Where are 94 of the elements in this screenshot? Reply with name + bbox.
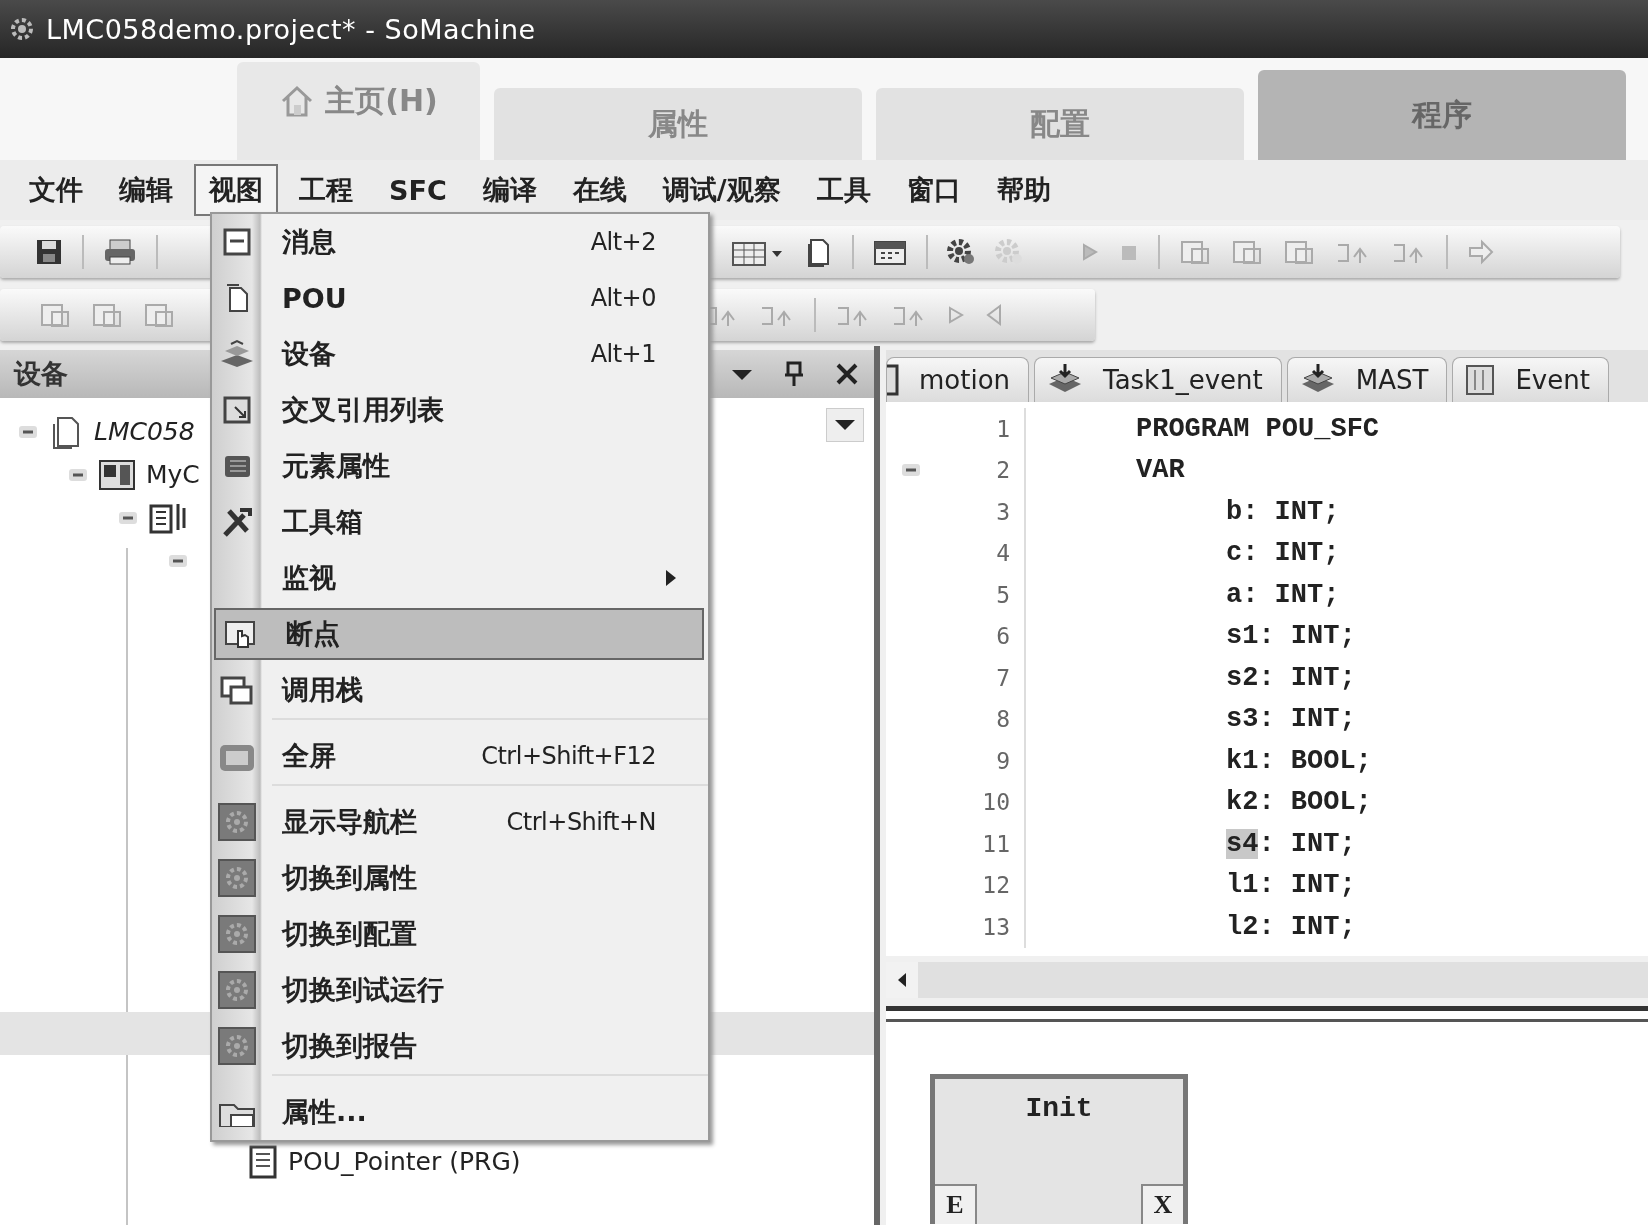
menu-item[interactable]: 监视 [212,550,708,606]
step-name: Init [1025,1092,1093,1124]
menu-item[interactable]: 切换到试运行 [212,962,708,1018]
splitter-bar[interactable] [886,1005,1648,1022]
code-line: k1: BOOL; [1226,745,1372,776]
print-icon[interactable] [102,237,138,267]
code-line: c: INT; [1226,538,1340,569]
menu-item[interactable]: 显示导航栏 Ctrl+Shift+N [212,794,708,850]
tree-item[interactable]: MyC [146,460,200,489]
gear-tile-icon [217,802,257,842]
close-icon[interactable] [834,361,860,387]
menu-item[interactable]: 交叉引用列表 [212,382,708,438]
collapse-icon[interactable] [168,553,188,568]
stack-icon [219,675,255,705]
app-icon [8,15,36,43]
tree-item[interactable]: LMC058 [94,417,195,446]
code-line: s2: INT; [1226,662,1356,693]
menu-item[interactable]: 工具箱 [212,494,708,550]
code-line: k2: BOOL; [1226,787,1372,818]
line-number: 11 [981,830,1010,857]
caret-down-icon [834,418,856,432]
menu-item[interactable]: POU Alt+0 [212,270,708,326]
code-line: s1: INT; [1226,621,1356,652]
gear-tile-icon [217,858,257,898]
line-number: 8 [995,706,1010,733]
panel-title: 设备 [14,357,69,391]
gear-icon[interactable] [946,237,976,267]
collapse-icon[interactable] [18,424,38,439]
menu-item[interactable]: 消息 Alt+2 [212,214,708,270]
exit-action: X [1141,1183,1183,1224]
document-icon [248,1143,278,1180]
menu-item[interactable]: 编译 [467,164,552,216]
editor-tab[interactable]: Task1_event [1034,357,1282,402]
line-number: 10 [981,789,1010,816]
page-icon [887,363,901,397]
line-number: 3 [995,498,1010,525]
line-number: 12 [981,872,1010,899]
editor-tab[interactable]: MAST [1286,357,1448,402]
menu-item[interactable]: SFC [374,166,462,214]
menu-item[interactable]: 断点 [214,608,704,660]
code-line: PROGRAM POU_SFC [1136,413,1380,444]
pin-icon[interactable] [782,360,806,388]
menu-item[interactable]: 切换到属性 [212,850,708,906]
editor-tab[interactable]: Event [1452,357,1609,402]
code-line: VAR [1136,455,1185,486]
menu-item[interactable]: 元素属性 [212,438,708,494]
dropdown-button[interactable] [826,408,864,442]
code-line: l1: INT; [1226,870,1356,901]
menu-item[interactable]: 编辑 [104,164,188,216]
line-number: 7 [995,664,1010,691]
menu-item[interactable]: 设备 Alt+1 [212,326,708,382]
line-number: 4 [995,540,1010,567]
line-number: 5 [995,581,1010,608]
menu-item[interactable]: 调用栈 [212,662,708,718]
editor-tab[interactable]: motion [886,357,1030,402]
line-number: 9 [995,747,1010,774]
menu-item[interactable]: 视图 [194,164,278,216]
code-line: b: INT; [1226,496,1340,527]
menu-item[interactable]: 全屏 Ctrl+Shift+F12 [212,728,708,784]
collapse-icon[interactable] [118,510,138,525]
line-number: 6 [995,623,1010,650]
line-number: 2 [995,457,1010,484]
window-icon [222,395,252,425]
menu-item[interactable]: 调试/观察 [647,164,796,216]
tools-icon [220,507,254,537]
code-line: s4: INT; [1226,828,1356,859]
line-number: 1 [995,415,1010,442]
menu-item[interactable]: 帮助 [981,164,1066,216]
collapse-icon[interactable] [68,467,88,482]
menu-item[interactable]: 切换到配置 [212,906,708,962]
menu-item[interactable]: 工程 [284,164,368,216]
triangle-left-icon [896,971,908,988]
window-title: LMC058demo.project* - SoMachine [46,13,536,45]
controller-icon [98,457,136,492]
code-line: s3: INT; [1226,704,1356,735]
collapse-icon[interactable] [901,463,921,478]
tree-item[interactable]: POU_Pointer (PRG) [288,1147,521,1176]
line-number: 13 [981,913,1010,940]
menu-item[interactable]: 在线 [557,164,642,216]
menu-item[interactable]: 窗口 [891,164,976,216]
code-line: l2: INT; [1226,911,1356,942]
menu-item[interactable]: 文件 [14,164,98,216]
window-icon [222,227,252,257]
menu-item[interactable]: 属性... [212,1084,708,1140]
gear-tile-icon [217,970,257,1010]
arrow-right-icon[interactable] [1466,237,1496,267]
menu-item[interactable]: 工具 [801,164,886,216]
gear-tile-icon [217,1026,257,1066]
code-line: a: INT; [1226,579,1340,610]
entry-action: E [935,1183,977,1224]
menu-item[interactable]: 切换到报告 [212,1018,708,1074]
sfc-step[interactable]: Init E X [930,1073,1188,1224]
save-icon[interactable] [34,237,64,267]
gear-tile-icon [217,914,257,954]
